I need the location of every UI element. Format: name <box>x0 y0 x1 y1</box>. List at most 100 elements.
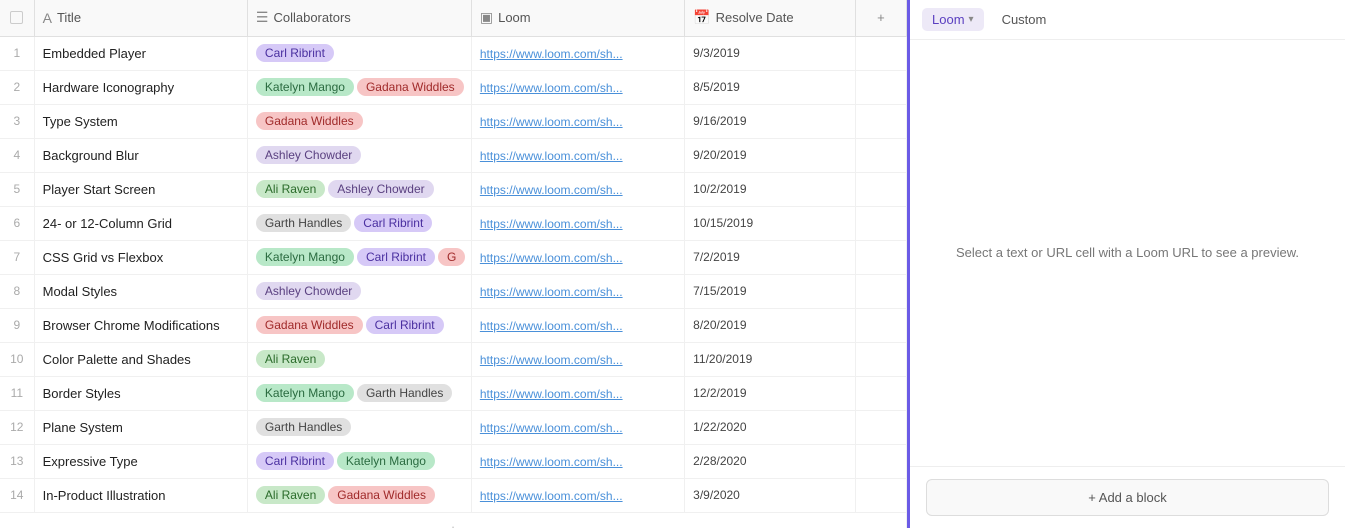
add-row-label[interactable]: + <box>0 512 907 528</box>
loom-link[interactable]: https://www.loom.com/sh... <box>480 47 623 61</box>
row-date[interactable]: 1/22/2020 <box>685 410 856 444</box>
row-collaborators[interactable]: Ali RavenGadana Widdles <box>247 478 471 512</box>
row-title[interactable]: CSS Grid vs Flexbox <box>34 240 247 274</box>
row-date[interactable]: 11/20/2019 <box>685 342 856 376</box>
row-loom[interactable]: https://www.loom.com/sh... <box>471 206 684 240</box>
loom-link[interactable]: https://www.loom.com/sh... <box>480 319 623 333</box>
row-date[interactable]: 7/2/2019 <box>685 240 856 274</box>
row-collaborators[interactable]: Katelyn MangoGadana Widdles <box>247 70 471 104</box>
table-row: 624- or 12-Column GridGarth HandlesCarl … <box>0 206 907 240</box>
row-title[interactable]: Browser Chrome Modifications <box>34 308 247 342</box>
panel-placeholder-text: Select a text or URL cell with a Loom UR… <box>956 243 1299 264</box>
table-scroll[interactable]: A Title ☰ Collaborators ▣ Loom <box>0 0 907 528</box>
collaborator-tag: Carl Ribrint <box>256 452 334 470</box>
row-collaborators[interactable]: Garth HandlesCarl Ribrint <box>247 206 471 240</box>
row-collaborators[interactable]: Garth Handles <box>247 410 471 444</box>
table-row: 11Border StylesKatelyn MangoGarth Handle… <box>0 376 907 410</box>
row-title[interactable]: In-Product Illustration <box>34 478 247 512</box>
collaborator-tag: Carl Ribrint <box>256 44 334 62</box>
loom-link[interactable]: https://www.loom.com/sh... <box>480 115 623 129</box>
tab-loom[interactable]: Loom ▾ <box>922 8 984 31</box>
row-date[interactable]: 2/28/2020 <box>685 444 856 478</box>
loom-link[interactable]: https://www.loom.com/sh... <box>480 251 623 265</box>
row-title[interactable]: Expressive Type <box>34 444 247 478</box>
loom-link[interactable]: https://www.loom.com/sh... <box>480 217 623 231</box>
row-loom[interactable]: https://www.loom.com/sh... <box>471 308 684 342</box>
row-loom[interactable]: https://www.loom.com/sh... <box>471 172 684 206</box>
row-title[interactable]: Modal Styles <box>34 274 247 308</box>
row-date[interactable]: 3/9/2020 <box>685 478 856 512</box>
row-title[interactable]: Type System <box>34 104 247 138</box>
row-loom[interactable]: https://www.loom.com/sh... <box>471 104 684 138</box>
row-loom[interactable]: https://www.loom.com/sh... <box>471 444 684 478</box>
row-date[interactable]: 10/15/2019 <box>685 206 856 240</box>
loom-link[interactable]: https://www.loom.com/sh... <box>480 353 623 367</box>
header-loom[interactable]: ▣ Loom <box>471 0 684 36</box>
row-loom[interactable]: https://www.loom.com/sh... <box>471 410 684 444</box>
row-title[interactable]: Background Blur <box>34 138 247 172</box>
row-title[interactable]: 24- or 12-Column Grid <box>34 206 247 240</box>
row-collaborators[interactable]: Ashley Chowder <box>247 138 471 172</box>
collaborator-tag: Ashley Chowder <box>256 146 361 164</box>
loom-link[interactable]: https://www.loom.com/sh... <box>480 421 623 435</box>
row-add-cell <box>855 410 906 444</box>
add-block-button[interactable]: + Add a block <box>926 479 1329 516</box>
collaborator-tag: Gadana Widdles <box>357 78 464 96</box>
loom-link[interactable]: https://www.loom.com/sh... <box>480 285 623 299</box>
add-row[interactable]: + <box>0 512 907 528</box>
table-row: 13Expressive TypeCarl RibrintKatelyn Man… <box>0 444 907 478</box>
header-date[interactable]: 📅 Resolve Date <box>685 0 856 36</box>
row-loom[interactable]: https://www.loom.com/sh... <box>471 274 684 308</box>
row-collaborators[interactable]: Carl RibrintKatelyn Mango <box>247 444 471 478</box>
row-add-cell <box>855 70 906 104</box>
row-collaborators[interactable]: Gadana WiddlesCarl Ribrint <box>247 308 471 342</box>
loom-link[interactable]: https://www.loom.com/sh... <box>480 149 623 163</box>
row-collaborators[interactable]: Katelyn MangoGarth Handles <box>247 376 471 410</box>
header-collaborators[interactable]: ☰ Collaborators <box>247 0 471 36</box>
row-loom[interactable]: https://www.loom.com/sh... <box>471 376 684 410</box>
header-checkbox[interactable] <box>0 0 34 36</box>
row-loom[interactable]: https://www.loom.com/sh... <box>471 70 684 104</box>
row-date[interactable]: 10/2/2019 <box>685 172 856 206</box>
row-date[interactable]: 9/3/2019 <box>685 36 856 70</box>
row-collaborators[interactable]: Ali RavenAshley Chowder <box>247 172 471 206</box>
row-date[interactable]: 8/5/2019 <box>685 70 856 104</box>
row-loom[interactable]: https://www.loom.com/sh... <box>471 240 684 274</box>
loom-link[interactable]: https://www.loom.com/sh... <box>480 455 623 469</box>
row-loom[interactable]: https://www.loom.com/sh... <box>471 342 684 376</box>
row-num: 2 <box>0 70 34 104</box>
row-add-cell <box>855 172 906 206</box>
row-collaborators[interactable]: Ashley Chowder <box>247 274 471 308</box>
select-all-checkbox[interactable] <box>10 11 23 24</box>
row-date[interactable]: 9/16/2019 <box>685 104 856 138</box>
loom-link[interactable]: https://www.loom.com/sh... <box>480 387 623 401</box>
row-collaborators[interactable]: Carl Ribrint <box>247 36 471 70</box>
header-title[interactable]: A Title <box>34 0 247 36</box>
row-date[interactable]: 12/2/2019 <box>685 376 856 410</box>
loom-link[interactable]: https://www.loom.com/sh... <box>480 183 623 197</box>
collaborator-tag: Katelyn Mango <box>337 452 435 470</box>
row-loom[interactable]: https://www.loom.com/sh... <box>471 478 684 512</box>
row-date[interactable]: 7/15/2019 <box>685 274 856 308</box>
row-loom[interactable]: https://www.loom.com/sh... <box>471 36 684 70</box>
row-collaborators[interactable]: Katelyn MangoCarl RibrintG <box>247 240 471 274</box>
row-date[interactable]: 8/20/2019 <box>685 308 856 342</box>
row-collaborators[interactable]: Ali Raven <box>247 342 471 376</box>
row-loom[interactable]: https://www.loom.com/sh... <box>471 138 684 172</box>
table-row: 10Color Palette and ShadesAli Ravenhttps… <box>0 342 907 376</box>
row-title[interactable]: Embedded Player <box>34 36 247 70</box>
table-row: 7CSS Grid vs FlexboxKatelyn MangoCarl Ri… <box>0 240 907 274</box>
row-add-cell <box>855 308 906 342</box>
tab-custom[interactable]: Custom <box>992 8 1057 31</box>
row-title[interactable]: Border Styles <box>34 376 247 410</box>
collaborator-tag: Carl Ribrint <box>357 248 435 266</box>
row-title[interactable]: Color Palette and Shades <box>34 342 247 376</box>
row-date[interactable]: 9/20/2019 <box>685 138 856 172</box>
row-collaborators[interactable]: Gadana Widdles <box>247 104 471 138</box>
row-title[interactable]: Plane System <box>34 410 247 444</box>
row-title[interactable]: Hardware Iconography <box>34 70 247 104</box>
loom-link[interactable]: https://www.loom.com/sh... <box>480 81 623 95</box>
header-add[interactable]: + <box>855 0 906 36</box>
loom-link[interactable]: https://www.loom.com/sh... <box>480 489 623 503</box>
row-title[interactable]: Player Start Screen <box>34 172 247 206</box>
